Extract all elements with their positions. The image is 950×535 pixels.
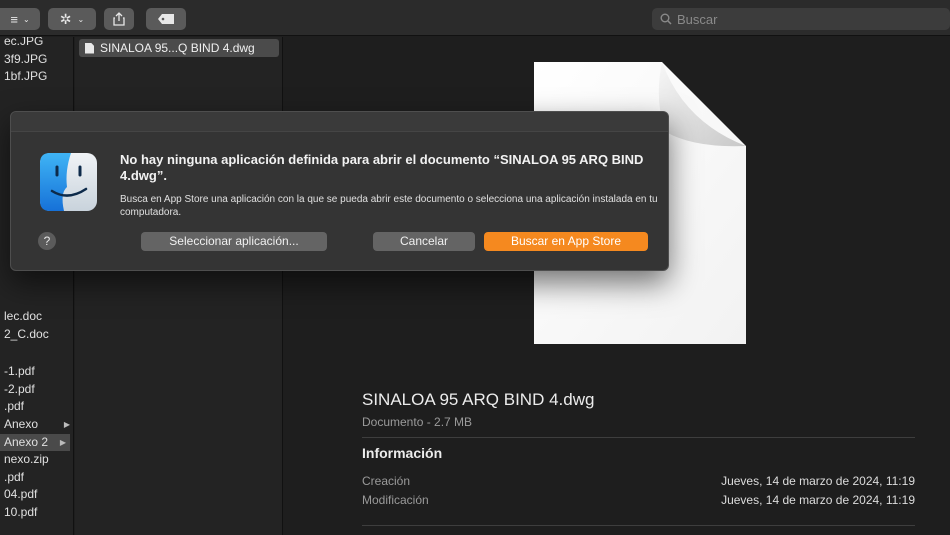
list-view-icon: ≡	[10, 11, 18, 27]
list-item[interactable]: nexo.zip	[4, 451, 49, 468]
cancel-button[interactable]: Cancelar	[373, 232, 475, 251]
dialog-message: Busca en App Store una aplicación con la…	[120, 194, 658, 218]
folder-item[interactable]: Anexo ▶	[4, 416, 73, 433]
list-item[interactable]: lec.doc	[4, 308, 42, 325]
search-placeholder: Buscar	[677, 11, 718, 27]
disclosure-arrow-icon: ▶	[59, 438, 66, 447]
chevron-down-icon: ⌄	[22, 14, 30, 24]
gear-icon: ✲	[59, 10, 72, 27]
list-item[interactable]: ec.JPG	[4, 37, 43, 50]
list-item[interactable]: -1.pdf	[4, 363, 35, 380]
divider	[362, 525, 915, 526]
share-icon	[113, 12, 125, 26]
dialog-title: No hay ninguna aplicación definida para …	[120, 152, 644, 183]
disclosure-arrow-icon: ▶	[63, 420, 70, 429]
modified-label: Modificación	[362, 493, 429, 507]
divider	[362, 437, 915, 438]
folder-item-selected[interactable]: Anexo 2 ▶	[0, 434, 70, 451]
list-item[interactable]: 1bf.JPG	[4, 68, 47, 85]
list-item[interactable]: 3f9.JPG	[4, 51, 47, 68]
folder-label: Anexo 2	[4, 435, 49, 449]
list-item[interactable]: 2_C.doc	[4, 326, 49, 343]
tag-icon	[158, 14, 174, 24]
info-heading: Información	[362, 445, 443, 461]
chevron-down-icon: ⌄	[77, 14, 85, 24]
list-item[interactable]: .pdf	[4, 469, 24, 486]
finder-icon	[40, 153, 97, 211]
share-button[interactable]	[104, 8, 134, 30]
tag-button[interactable]	[146, 8, 186, 30]
open-with-alert-dialog: No hay ninguna aplicación definida para …	[10, 111, 669, 271]
selected-file-name: SINALOA 95...Q BIND 4.dwg	[100, 41, 255, 55]
document-icon	[85, 42, 94, 54]
folder-label: Anexo	[4, 417, 39, 431]
list-item[interactable]: 10.pdf	[4, 504, 37, 521]
search-app-store-button[interactable]: Buscar en App Store	[484, 232, 648, 251]
list-item[interactable]: .pdf	[4, 398, 24, 415]
search-icon	[660, 13, 672, 25]
search-field[interactable]: Buscar	[652, 8, 950, 30]
created-label: Creación	[362, 474, 411, 488]
view-options-button[interactable]: ≡ ⌄	[0, 8, 40, 30]
finder-toolbar: ≡ ⌄ ✲ ⌄ Buscar	[0, 0, 950, 36]
list-item[interactable]: -2.pdf	[4, 381, 35, 398]
created-value: Jueves, 14 de marzo de 2024, 11:19	[721, 474, 915, 488]
file-name: SINALOA 95 ARQ BIND 4.dwg	[362, 390, 595, 409]
file-kind-size: Documento - 2.7 MB	[362, 415, 473, 429]
help-button[interactable]: ?	[38, 232, 56, 250]
selected-file-row[interactable]: SINALOA 95...Q BIND 4.dwg	[79, 39, 279, 57]
list-item[interactable]: 04.pdf	[4, 486, 37, 503]
modified-value: Jueves, 14 de marzo de 2024, 11:19	[721, 493, 915, 507]
action-menu-button[interactable]: ✲ ⌄	[48, 8, 96, 30]
choose-application-button[interactable]: Seleccionar aplicación...	[141, 232, 327, 251]
dialog-title-bar	[11, 112, 668, 132]
